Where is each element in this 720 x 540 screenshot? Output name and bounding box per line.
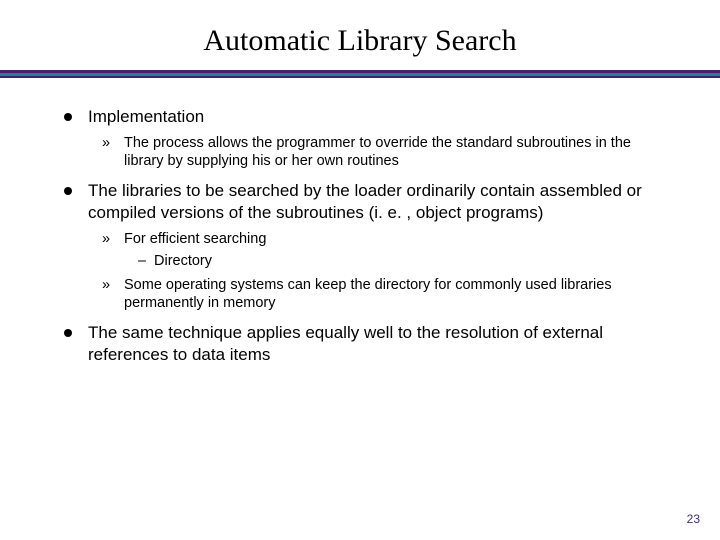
list-item-text: Some operating systems can keep the dire… [124, 277, 612, 311]
list-item: Directory [138, 252, 656, 270]
sub-list: The process allows the programmer to ove… [88, 134, 656, 170]
sub-sub-list: Directory [124, 252, 656, 270]
list-item: For efficient searching Directory [102, 230, 656, 270]
list-item-text: Implementation [88, 107, 204, 126]
list-item: The process allows the programmer to ove… [102, 134, 656, 170]
divider [0, 70, 720, 78]
list-item: Some operating systems can keep the dire… [102, 276, 656, 312]
list-item-text: The process allows the programmer to ove… [124, 135, 631, 169]
list-item-text: For efficient searching [124, 231, 266, 247]
list-item-text: The same technique applies equally well … [88, 323, 603, 364]
list-item: The libraries to be searched by the load… [64, 180, 656, 312]
list-item: The same technique applies equally well … [64, 322, 656, 366]
bullet-list: Implementation The process allows the pr… [64, 106, 656, 366]
list-item-text: Directory [154, 253, 212, 269]
sub-list: For efficient searching Directory Some o… [88, 230, 656, 313]
slide: Automatic Library Search Implementation … [0, 0, 720, 540]
content: Implementation The process allows the pr… [48, 106, 672, 366]
slide-title: Automatic Library Search [48, 24, 672, 58]
page-number: 23 [687, 512, 700, 526]
list-item: Implementation The process allows the pr… [64, 106, 656, 170]
divider-line-bot [0, 76, 720, 78]
list-item-text: The libraries to be searched by the load… [88, 181, 642, 222]
